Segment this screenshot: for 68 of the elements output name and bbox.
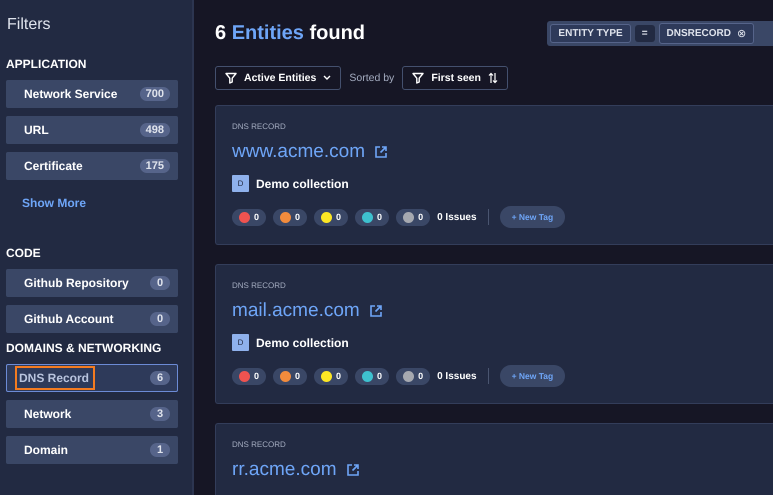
external-link-icon: [368, 304, 383, 318]
count-badge: 498: [140, 123, 170, 137]
sort-arrows-icon: [488, 72, 498, 84]
count-badge: 0: [150, 276, 170, 290]
chevron-down-icon: [323, 75, 332, 81]
entity-link[interactable]: mail.acme.com: [232, 300, 360, 322]
filter-operator: =: [634, 25, 655, 42]
filter-item[interactable]: Network Service 700: [6, 80, 178, 108]
new-tag-button[interactable]: + New Tag: [500, 206, 566, 228]
severity-count: 0: [254, 212, 260, 222]
count-badge: 6: [150, 371, 170, 385]
status-filter-button[interactable]: Active Entities: [215, 66, 342, 90]
filter-icon: [412, 72, 424, 84]
collection-avatar: D: [232, 175, 249, 192]
filter-label: DNS Record: [17, 368, 94, 388]
filter-item[interactable]: Certificate 175: [6, 152, 178, 180]
section-heading: CODE: [6, 246, 42, 260]
filter-item[interactable]: Network 3: [6, 400, 178, 428]
filter-label: Certificate: [23, 158, 84, 175]
filter-item[interactable]: Domain 1: [6, 436, 178, 464]
filter-label: Domain: [23, 442, 70, 459]
filter-item[interactable]: URL 498: [6, 116, 178, 144]
section-heading: APPLICATION: [6, 57, 88, 71]
filter-value-text: DNSRECORD: [666, 28, 731, 39]
filter-label: URL: [23, 122, 50, 139]
count-badge: 175: [140, 159, 170, 173]
count-badge: 3: [150, 407, 170, 421]
severity-count: 0: [377, 212, 382, 222]
filter-label: Network Service: [23, 86, 118, 103]
new-tag-button[interactable]: + New Tag: [500, 365, 566, 387]
filter-item[interactable]: Github Repository 0: [6, 269, 178, 297]
results-heading: 6 Entities found: [215, 22, 366, 45]
filter-label: Github Account: [23, 311, 115, 328]
section-heading: DOMAINS & NETWORKING: [6, 341, 162, 355]
severity-count: 0: [295, 371, 300, 381]
collection-avatar: D: [232, 334, 249, 351]
severity-count: 0: [418, 212, 424, 222]
external-link-icon: [346, 463, 360, 477]
filter-field: ENTITY TYPE: [550, 24, 631, 43]
collection-name: Demo collection: [256, 336, 349, 350]
filter-label: Network: [23, 406, 72, 423]
entity-type: DNS RECORD: [232, 281, 287, 290]
count-badge: 700: [140, 87, 170, 101]
entity-type: DNS RECORD: [232, 440, 287, 449]
severity-count: 0: [295, 212, 300, 222]
severity-count: 0: [377, 371, 382, 381]
show-more-link[interactable]: Show More: [22, 196, 178, 210]
entity-type: DNS RECORD: [232, 122, 287, 131]
filter-item[interactable]: Github Account 0: [6, 305, 178, 333]
entity-link[interactable]: rr.acme.com: [232, 459, 337, 481]
remove-filter-button[interactable]: ⊗: [737, 27, 746, 40]
severity-count: 0: [336, 371, 342, 381]
count-badge: 0: [150, 312, 170, 326]
filter-icon: [225, 72, 237, 84]
issues-count: 0 Issues: [437, 212, 477, 222]
external-link-icon: [374, 145, 388, 159]
issues-count: 0 Issues: [437, 370, 477, 382]
collection-name: Demo collection: [256, 176, 349, 190]
filter-label: Github Repository: [23, 275, 130, 292]
filter-item[interactable]: DNS Record 6: [6, 364, 178, 392]
severity-count: 0: [336, 212, 342, 222]
sorted-by-label: Sorted by: [349, 72, 394, 84]
severity-count: 0: [418, 371, 424, 381]
sidebar-title: Filters: [7, 16, 52, 34]
entity-link[interactable]: www.acme.com: [232, 141, 366, 163]
count-badge: 1: [150, 443, 170, 457]
sort-button[interactable]: First seen: [402, 66, 508, 90]
severity-count: 0: [254, 371, 260, 381]
